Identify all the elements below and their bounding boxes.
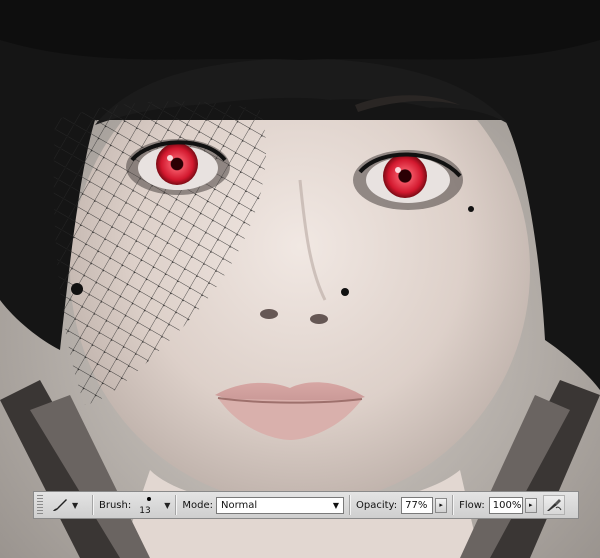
brush-preset-picker[interactable]: 13 [137,493,161,517]
brush-label: Brush: [99,499,132,511]
opacity-slider-button[interactable]: ▸ [435,497,448,513]
separator [175,495,178,515]
chevron-down-icon: ▼ [332,500,340,510]
brush-tool-icon [53,499,67,511]
brush-dropdown-arrow-icon[interactable]: ▼ [164,501,170,510]
airbrush-icon [546,499,562,511]
tool-preset-picker[interactable]: ▼ [51,494,87,516]
brush-tip-preview [147,497,152,501]
airbrush-toggle-button[interactable] [542,495,565,515]
brush-options-bar: ▼ Brush: 13 ▼ Mode: Normal ▼ Opacity: 77… [33,491,579,519]
opacity-label: Opacity: [356,499,398,511]
blend-mode-select[interactable]: Normal ▼ [216,496,345,514]
blend-mode-value: Normal [221,499,258,511]
separator [349,495,352,515]
opacity-input[interactable]: 77% [401,496,434,514]
flow-label: Flow: [459,499,485,511]
brush-size-value: 13 [139,506,151,516]
flow-slider-button[interactable]: ▸ [524,497,537,513]
flow-input[interactable]: 100% [488,496,523,514]
photo-canvas[interactable] [0,0,600,558]
toolbar-grip-handle[interactable] [37,495,43,515]
opacity-value: 77% [405,499,428,511]
mode-label: Mode: [182,499,214,511]
separator [452,495,455,515]
separator [92,495,94,515]
chevron-down-icon: ▼ [72,500,79,510]
flow-value: 100% [492,499,522,511]
